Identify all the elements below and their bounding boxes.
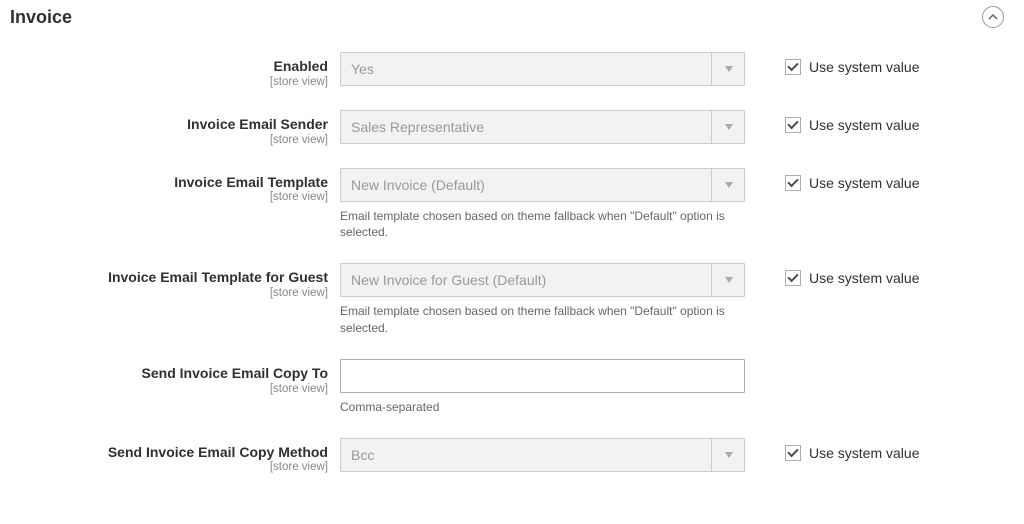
select-value: New Invoice for Guest (Default) — [340, 263, 745, 297]
field-label: Invoice Email Template for Guest [store … — [10, 263, 340, 299]
copy-to-input[interactable] — [340, 359, 745, 393]
use-system-col: Use system value — [745, 52, 1004, 75]
section-title: Invoice — [10, 7, 72, 28]
field-control: Yes — [340, 52, 745, 86]
field-control: Comma-separated — [340, 359, 745, 416]
use-system-label[interactable]: Use system value — [809, 117, 919, 133]
field-label: Invoice Email Template [store view] — [10, 168, 340, 204]
select-value: Yes — [340, 52, 745, 86]
use-system-label[interactable]: Use system value — [809, 175, 919, 191]
use-system-col — [745, 359, 1004, 366]
field-control: New Invoice (Default) Email template cho… — [340, 168, 745, 242]
field-label: Send Invoice Email Copy To [store view] — [10, 359, 340, 395]
label-scope: [store view] — [10, 76, 328, 88]
label-scope: [store view] — [10, 383, 328, 395]
use-system-label[interactable]: Use system value — [809, 445, 919, 461]
label-text: Invoice Email Template for Guest — [108, 269, 328, 285]
select-value: Bcc — [340, 438, 745, 472]
field-control: Bcc — [340, 438, 745, 472]
label-text: Send Invoice Email Copy To — [142, 365, 328, 381]
template-select[interactable]: New Invoice (Default) — [340, 168, 745, 202]
field-row-guest-template: Invoice Email Template for Guest [store … — [10, 263, 1004, 337]
field-label: Enabled [store view] — [10, 52, 340, 88]
field-row-sender: Invoice Email Sender [store view] Sales … — [10, 110, 1004, 146]
use-system-col: Use system value — [745, 168, 1004, 191]
use-system-checkbox[interactable] — [785, 175, 801, 191]
field-note: Email template chosen based on theme fal… — [340, 208, 740, 242]
copy-method-select[interactable]: Bcc — [340, 438, 745, 472]
label-scope: [store view] — [10, 287, 328, 299]
use-system-label[interactable]: Use system value — [809, 59, 919, 75]
field-row-template: Invoice Email Template [store view] New … — [10, 168, 1004, 242]
field-label: Invoice Email Sender [store view] — [10, 110, 340, 146]
label-scope: [store view] — [10, 134, 328, 146]
field-control: Sales Representative — [340, 110, 745, 144]
use-system-col: Use system value — [745, 438, 1004, 461]
field-note: Comma-separated — [340, 399, 740, 416]
use-system-col: Use system value — [745, 263, 1004, 286]
field-row-enabled: Enabled [store view] Yes Use system valu… — [10, 52, 1004, 88]
label-text: Send Invoice Email Copy Method — [108, 444, 328, 460]
field-note: Email template chosen based on theme fal… — [340, 303, 740, 337]
label-scope: [store view] — [10, 191, 328, 203]
field-row-copy-to: Send Invoice Email Copy To [store view] … — [10, 359, 1004, 416]
use-system-col: Use system value — [745, 110, 1004, 133]
label-text: Invoice Email Template — [174, 174, 328, 190]
use-system-checkbox[interactable] — [785, 117, 801, 133]
select-value: New Invoice (Default) — [340, 168, 745, 202]
use-system-checkbox[interactable] — [785, 270, 801, 286]
use-system-checkbox[interactable] — [785, 59, 801, 75]
collapse-toggle[interactable] — [982, 6, 1004, 28]
select-value: Sales Representative — [340, 110, 745, 144]
field-control: New Invoice for Guest (Default) Email te… — [340, 263, 745, 337]
use-system-label[interactable]: Use system value — [809, 270, 919, 286]
enabled-select[interactable]: Yes — [340, 52, 745, 86]
label-text: Invoice Email Sender — [187, 116, 328, 132]
use-system-checkbox[interactable] — [785, 445, 801, 461]
label-scope: [store view] — [10, 461, 328, 473]
section-header: Invoice — [10, 0, 1004, 52]
field-label: Send Invoice Email Copy Method [store vi… — [10, 438, 340, 474]
sender-select[interactable]: Sales Representative — [340, 110, 745, 144]
guest-template-select[interactable]: New Invoice for Guest (Default) — [340, 263, 745, 297]
chevron-up-icon — [988, 9, 998, 25]
field-row-copy-method: Send Invoice Email Copy Method [store vi… — [10, 438, 1004, 474]
label-text: Enabled — [274, 58, 328, 74]
